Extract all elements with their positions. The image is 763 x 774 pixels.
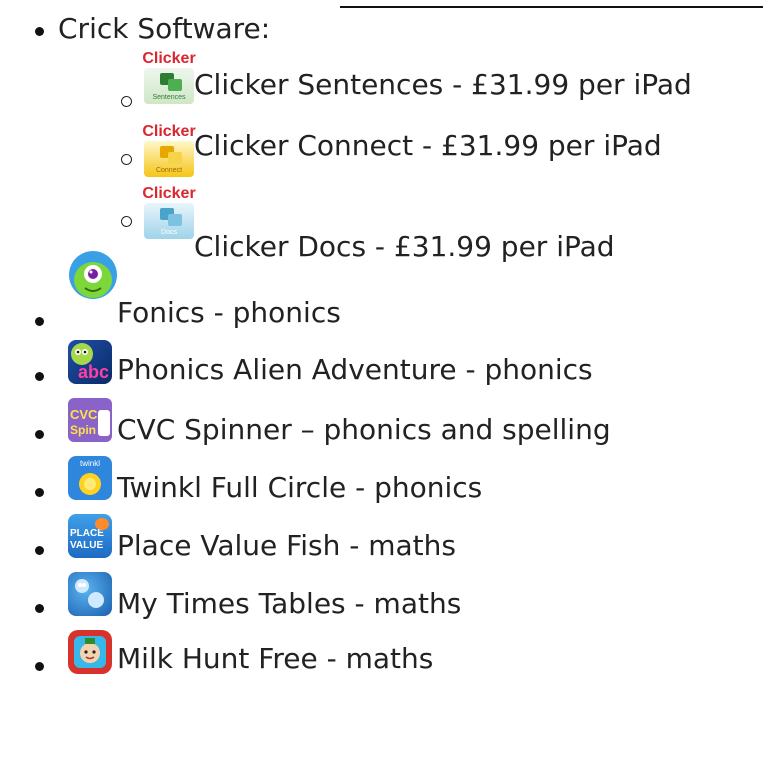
- list-item-phonics-alien-adventure: Phonics Alien Adventure - phonics: [117, 353, 593, 386]
- my-times-tables-icon: [68, 572, 112, 616]
- bullet: [35, 27, 44, 36]
- place-value-fish-icon: PLACE VALUE: [68, 514, 112, 558]
- milk-hunt-free-icon: [68, 630, 112, 674]
- cvc-icon-text: CVC: [70, 407, 98, 422]
- bullet: [35, 604, 44, 613]
- spin-icon-text: Spin: [70, 423, 96, 437]
- clicker-docs-icon: Clicker Docs: [138, 185, 200, 241]
- clicker-tag-text: Docs: [161, 229, 177, 236]
- clicker-connect-icon: Clicker Connect: [138, 123, 200, 179]
- list-item-clicker-sentences: Clicker Sentences - £31.99 per iPad: [194, 68, 692, 101]
- list-item-cvc-spinner: CVC Spinner – phonics and spelling: [117, 413, 611, 446]
- fonics-icon: [68, 250, 118, 300]
- phonics-alien-adventure-icon: abc: [68, 340, 112, 384]
- list-item-my-times-tables: My Times Tables - maths: [117, 587, 462, 620]
- list-item-place-value-fish: Place Value Fish - maths: [117, 529, 456, 562]
- list-item-clicker-docs: Clicker Docs - £31.99 per iPad: [194, 230, 615, 263]
- circle-bullet: [121, 96, 132, 107]
- list-item-milk-hunt-free: Milk Hunt Free - maths: [117, 642, 434, 675]
- clicker-tag-text: Sentences: [152, 94, 186, 101]
- circle-bullet: [121, 154, 132, 165]
- bullet: [35, 372, 44, 381]
- list-item-crick-software: Crick Software:: [58, 12, 271, 45]
- bullet: [35, 430, 44, 439]
- circle-bullet: [121, 216, 132, 227]
- clicker-tag-text: Connect: [155, 167, 183, 174]
- list-item-twinkl-full-circle: Twinkl Full Circle - phonics: [117, 471, 483, 504]
- cvc-spinner-icon: CVC Spin: [68, 398, 112, 442]
- clicker-brand-text: Clicker: [142, 123, 196, 140]
- clicker-brand-text: Clicker: [142, 185, 196, 202]
- page-heading-underline: [340, 0, 763, 8]
- bullet: [35, 317, 44, 326]
- clicker-brand-text: Clicker: [142, 50, 196, 67]
- list-item-clicker-connect: Clicker Connect - £31.99 per iPad: [194, 129, 662, 162]
- twinkl-full-circle-icon: twinkl: [68, 456, 112, 500]
- bullet: [35, 488, 44, 497]
- bullet: [35, 546, 44, 555]
- clicker-sentences-icon: Clicker Sentences: [138, 50, 200, 106]
- alien-icon-text: abc: [78, 362, 110, 382]
- value-icon-text: VALUE: [70, 540, 104, 551]
- bullet: [35, 662, 44, 671]
- list-item-fonics: Fonics - phonics: [117, 296, 341, 329]
